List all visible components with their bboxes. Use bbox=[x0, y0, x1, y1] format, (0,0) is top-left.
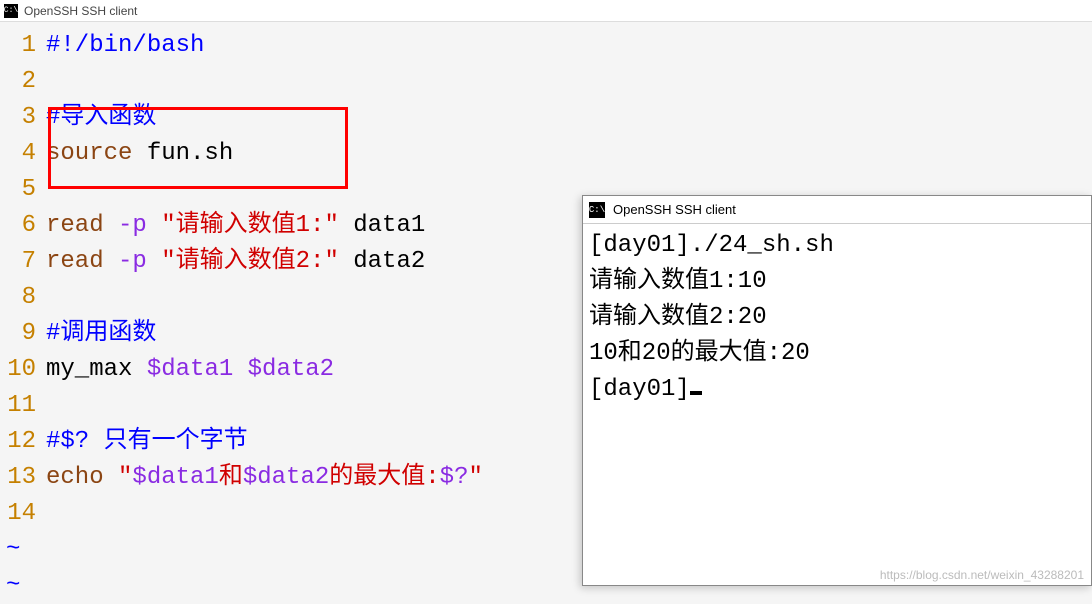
line-number: 6 bbox=[0, 208, 46, 244]
terminal-titlebar[interactable]: C:\ OpenSSH SSH client bbox=[583, 196, 1091, 224]
terminal-icon: C:\ bbox=[589, 202, 605, 218]
terminal-window: C:\ OpenSSH SSH client [day01]./24_sh.sh… bbox=[582, 195, 1092, 586]
code-content[interactable] bbox=[46, 64, 1092, 100]
line-number: 1 bbox=[0, 28, 46, 64]
line-number: 5 bbox=[0, 172, 46, 208]
line-number: 3 bbox=[0, 100, 46, 136]
code-token bbox=[104, 464, 118, 491]
terminal-title: OpenSSH SSH client bbox=[613, 202, 736, 217]
code-token: " bbox=[468, 464, 482, 491]
code-token: $data1 bbox=[132, 464, 218, 491]
line-number: 2 bbox=[0, 64, 46, 100]
code-token: 和 bbox=[219, 464, 243, 491]
terminal-line: 10和20的最大值:20 bbox=[589, 336, 1085, 372]
code-token: "请输入数值2:" bbox=[161, 248, 339, 275]
terminal-cursor bbox=[690, 375, 702, 395]
line-number: 4 bbox=[0, 136, 46, 172]
code-token: #导入函数 bbox=[46, 104, 156, 131]
code-line[interactable]: 3#导入函数 bbox=[0, 100, 1092, 136]
code-token: $data2 bbox=[243, 464, 329, 491]
code-token bbox=[147, 248, 161, 275]
code-line[interactable]: 2 bbox=[0, 64, 1092, 100]
terminal-content[interactable]: [day01]./24_sh.sh请输入数值1:10请输入数值2:2010和20… bbox=[583, 224, 1091, 412]
line-number: 14 bbox=[0, 496, 46, 532]
code-token: " bbox=[118, 464, 132, 491]
terminal-line: [day01]./24_sh.sh bbox=[589, 228, 1085, 264]
code-token: "请输入数值1:" bbox=[161, 212, 339, 239]
code-token: fun.sh bbox=[132, 140, 233, 167]
editor-titlebar[interactable]: C:\ OpenSSH SSH client bbox=[0, 0, 1092, 22]
code-line[interactable]: 1#!/bin/bash bbox=[0, 28, 1092, 64]
line-number: 10 bbox=[0, 352, 46, 388]
line-number: 13 bbox=[0, 460, 46, 496]
code-content[interactable]: source fun.sh bbox=[46, 136, 1092, 172]
line-number: 9 bbox=[0, 316, 46, 352]
terminal-icon: C:\ bbox=[4, 4, 18, 18]
line-number: 7 bbox=[0, 244, 46, 280]
code-token bbox=[147, 212, 161, 239]
editor-title: OpenSSH SSH client bbox=[24, 4, 137, 18]
code-token: $data1 $data2 bbox=[147, 356, 334, 383]
code-token: #!/bin/bash bbox=[46, 32, 204, 59]
code-token: $? bbox=[440, 464, 469, 491]
code-token: data2 bbox=[339, 248, 425, 275]
watermark: https://blog.csdn.net/weixin_43288201 bbox=[880, 568, 1084, 582]
line-number: 12 bbox=[0, 424, 46, 460]
terminal-line: [day01] bbox=[589, 372, 1085, 408]
line-number: 11 bbox=[0, 388, 46, 424]
code-token: read bbox=[46, 212, 104, 239]
code-content[interactable]: #!/bin/bash bbox=[46, 28, 1092, 64]
code-token: #$? 只有一个字节 bbox=[46, 428, 248, 455]
code-token: -p bbox=[104, 212, 147, 239]
code-token: echo bbox=[46, 464, 104, 491]
terminal-line: 请输入数值2:20 bbox=[589, 300, 1085, 336]
code-token: #调用函数 bbox=[46, 320, 156, 347]
code-token: my_max bbox=[46, 356, 147, 383]
code-line[interactable]: 4source fun.sh bbox=[0, 136, 1092, 172]
code-token: data1 bbox=[339, 212, 425, 239]
code-token: source bbox=[46, 140, 132, 167]
code-token: 的最大值: bbox=[329, 464, 439, 491]
code-content[interactable]: #导入函数 bbox=[46, 100, 1092, 136]
terminal-line: 请输入数值1:10 bbox=[589, 264, 1085, 300]
code-token: -p bbox=[104, 248, 147, 275]
code-token: read bbox=[46, 248, 104, 275]
line-number: 8 bbox=[0, 280, 46, 316]
